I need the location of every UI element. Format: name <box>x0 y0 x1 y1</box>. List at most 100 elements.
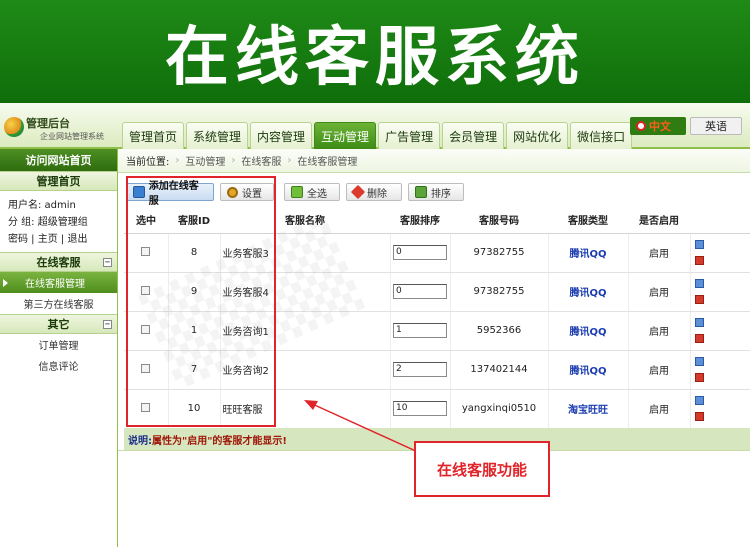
lang-english-label: 英语 <box>705 120 727 133</box>
delete-icon[interactable] <box>694 294 704 304</box>
service-type-cell: 淘宝旺旺 <box>548 389 629 429</box>
enabled-status[interactable]: 启用 <box>628 233 691 273</box>
sidebar-section-service[interactable]: 在线客服 − <box>0 252 117 272</box>
sidebar-item[interactable]: 第三方在线客服 <box>0 293 117 314</box>
delete-button[interactable]: 删除 <box>346 183 402 201</box>
enabled-status[interactable]: 启用 <box>628 389 691 429</box>
edit-icon[interactable] <box>694 278 704 288</box>
column-header-ops <box>690 207 750 234</box>
sidebar-item[interactable]: 信息评论 <box>0 355 117 376</box>
lang-chinese-label: 中文 <box>649 120 671 133</box>
edit-icon[interactable] <box>694 239 704 249</box>
column-header: 客服排序 <box>390 207 450 234</box>
banner-title: 在线客服系统 <box>165 20 585 95</box>
breadcrumb-item[interactable]: 在线客服 <box>241 153 281 168</box>
china-flag-icon <box>636 121 646 131</box>
sidebar-section-other[interactable]: 其它 − <box>0 314 117 334</box>
edit-icon[interactable] <box>694 395 704 405</box>
tab-item[interactable]: 会员管理 <box>442 122 505 149</box>
delete-label: 删除 <box>367 188 387 200</box>
breadcrumb-separator-icon: › <box>175 155 180 166</box>
section-service-label: 在线客服 <box>36 256 81 269</box>
tab-item[interactable]: 管理首页 <box>122 122 185 149</box>
collapse-icon[interactable]: − <box>103 258 112 267</box>
note-text: 属性为"启用"的客服才能显示! <box>152 435 287 447</box>
service-number: yangxinqi0510 <box>450 389 549 429</box>
service-type-link[interactable]: 腾讯QQ <box>569 327 606 338</box>
service-menu: 在线客服管理 第三方在线客服 <box>0 272 117 314</box>
breadcrumb: 当前位置: › 互动管理 › 在线客服 › 在线客服管理 <box>118 149 750 173</box>
sidebar-item[interactable]: 在线客服管理 <box>0 272 117 293</box>
note-prefix: 说明: <box>128 435 152 447</box>
edit-icon[interactable] <box>694 317 704 327</box>
sort-button[interactable]: 排序 <box>408 183 464 201</box>
column-header: 是否启用 <box>628 207 690 234</box>
lang-english-button[interactable]: 英语 <box>690 117 742 135</box>
sort-order-input[interactable]: 2 <box>393 362 447 377</box>
sort-label: 排序 <box>431 188 451 200</box>
lang-chinese-button[interactable]: 中文 <box>630 117 686 135</box>
breadcrumb-label: 当前位置: <box>126 157 170 168</box>
service-type-link[interactable]: 淘宝旺旺 <box>568 405 608 416</box>
select-all-button[interactable]: 全选 <box>284 183 340 201</box>
section-home-label: 管理首页 <box>36 175 81 188</box>
row-actions <box>690 311 750 351</box>
delete-icon[interactable] <box>694 255 704 265</box>
column-header: 客服类型 <box>548 207 628 234</box>
service-type-cell: 腾讯QQ <box>548 233 629 273</box>
sort-order-input[interactable]: 0 <box>393 245 447 260</box>
page: 在线客服系统 管理后台 企业网站管理系统 管理首页 系统管理 内容管理 互动管理 广告管… <box>0 0 750 547</box>
enabled-status[interactable]: 启用 <box>628 272 691 312</box>
sort-cell: 0 <box>390 272 451 312</box>
row-actions <box>690 389 750 429</box>
group-line: 分 组: 超级管理组 <box>8 217 88 228</box>
breadcrumb-item[interactable]: 互动管理 <box>185 153 225 168</box>
delete-icon[interactable] <box>694 411 704 421</box>
username-line: 用户名: admin <box>8 200 76 211</box>
breadcrumb-item[interactable]: 在线客服管理 <box>297 153 357 168</box>
top-navigation: 管理后台 企业网站管理系统 管理首页 系统管理 内容管理 互动管理 广告管理 会员管理 网站… <box>0 103 750 149</box>
service-number: 137402144 <box>450 350 549 390</box>
sort-order-input[interactable]: 1 <box>393 323 447 338</box>
enabled-status[interactable]: 启用 <box>628 311 691 351</box>
tab-item[interactable]: 互动管理 <box>314 122 377 149</box>
tab-item[interactable]: 系统管理 <box>186 122 249 149</box>
column-header: 客服号码 <box>450 207 548 234</box>
section-other-label: 其它 <box>47 318 70 331</box>
delete-icon[interactable] <box>694 333 704 343</box>
row-actions <box>690 350 750 390</box>
user-info: 用户名: admin 分 组: 超级管理组 密码 | 主页 | 退出 <box>0 191 117 252</box>
select-all-label: 全选 <box>307 188 327 200</box>
service-type-link[interactable]: 腾讯QQ <box>569 366 606 377</box>
brand-title: 管理后台 <box>26 117 70 130</box>
sort-cell: 10 <box>390 389 451 429</box>
tab-item[interactable]: 内容管理 <box>250 122 313 149</box>
row-actions <box>690 233 750 273</box>
sort-cell: 1 <box>390 311 451 351</box>
tab-item[interactable]: 广告管理 <box>378 122 441 149</box>
visit-site-link[interactable]: 访问网站首页 <box>0 149 117 171</box>
sort-order-input[interactable]: 10 <box>393 401 447 416</box>
sort-order-input[interactable]: 0 <box>393 284 447 299</box>
edit-icon[interactable] <box>694 356 704 366</box>
brand-subtitle: 企业网站管理系统 <box>40 132 104 141</box>
account-links[interactable]: 密码 | 主页 | 退出 <box>8 231 109 248</box>
sort-cell: 2 <box>390 350 451 390</box>
sort-cell: 0 <box>390 233 451 273</box>
service-type-link[interactable]: 腾讯QQ <box>569 249 606 260</box>
breadcrumb-separator-icon: › <box>287 155 292 166</box>
service-type-cell: 腾讯QQ <box>548 311 629 351</box>
sort-icon <box>415 186 427 198</box>
brand-logo: 管理后台 企业网站管理系统 <box>0 113 118 147</box>
collapse-icon[interactable]: − <box>103 320 112 329</box>
enabled-status[interactable]: 启用 <box>628 350 691 390</box>
breadcrumb-separator-icon: › <box>231 155 236 166</box>
tab-item[interactable]: 网站优化 <box>506 122 569 149</box>
sidebar-section-home[interactable]: 管理首页 <box>0 171 117 191</box>
tab-item[interactable]: 微信接口 <box>570 122 633 149</box>
delete-icon[interactable] <box>694 372 704 382</box>
other-menu: 订单管理 信息评论 <box>0 334 117 376</box>
service-type-link[interactable]: 腾讯QQ <box>569 288 606 299</box>
service-number: 5952366 <box>450 311 549 351</box>
sidebar-item[interactable]: 订单管理 <box>0 334 117 355</box>
